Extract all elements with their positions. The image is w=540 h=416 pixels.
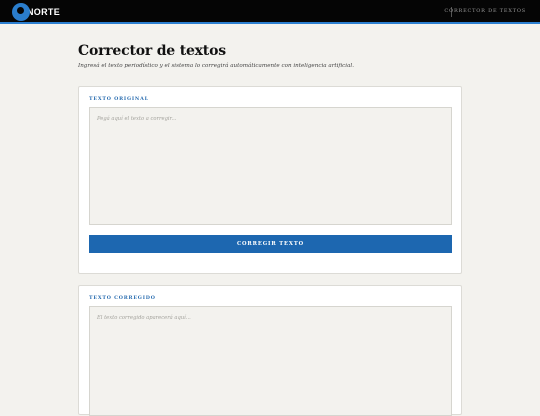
correct-text-button[interactable]: CORREGIR TEXTO — [89, 235, 452, 253]
top-bar: NORTE CORRECTOR DE TEXTOS — [0, 0, 540, 24]
original-text-label: TEXTO ORIGINAL — [89, 96, 149, 102]
corrected-text-label: TEXTO CORREGIDO — [89, 295, 156, 301]
logo[interactable]: NORTE — [12, 3, 60, 21]
corrected-text-output[interactable] — [89, 306, 452, 416]
page-subtitle: Ingresá el texto periodístico y el siste… — [78, 63, 354, 69]
page-title: Corrector de textos — [78, 43, 226, 59]
logo-text: NORTE — [27, 7, 60, 17]
nav-link-corrector[interactable]: CORRECTOR DE TEXTOS — [444, 8, 526, 14]
corrected-text-card: TEXTO CORREGIDO — [78, 285, 462, 416]
logo-icon — [12, 3, 30, 21]
original-text-card: TEXTO ORIGINAL CORREGIR TEXTO — [78, 86, 462, 274]
original-text-input[interactable] — [89, 107, 452, 225]
